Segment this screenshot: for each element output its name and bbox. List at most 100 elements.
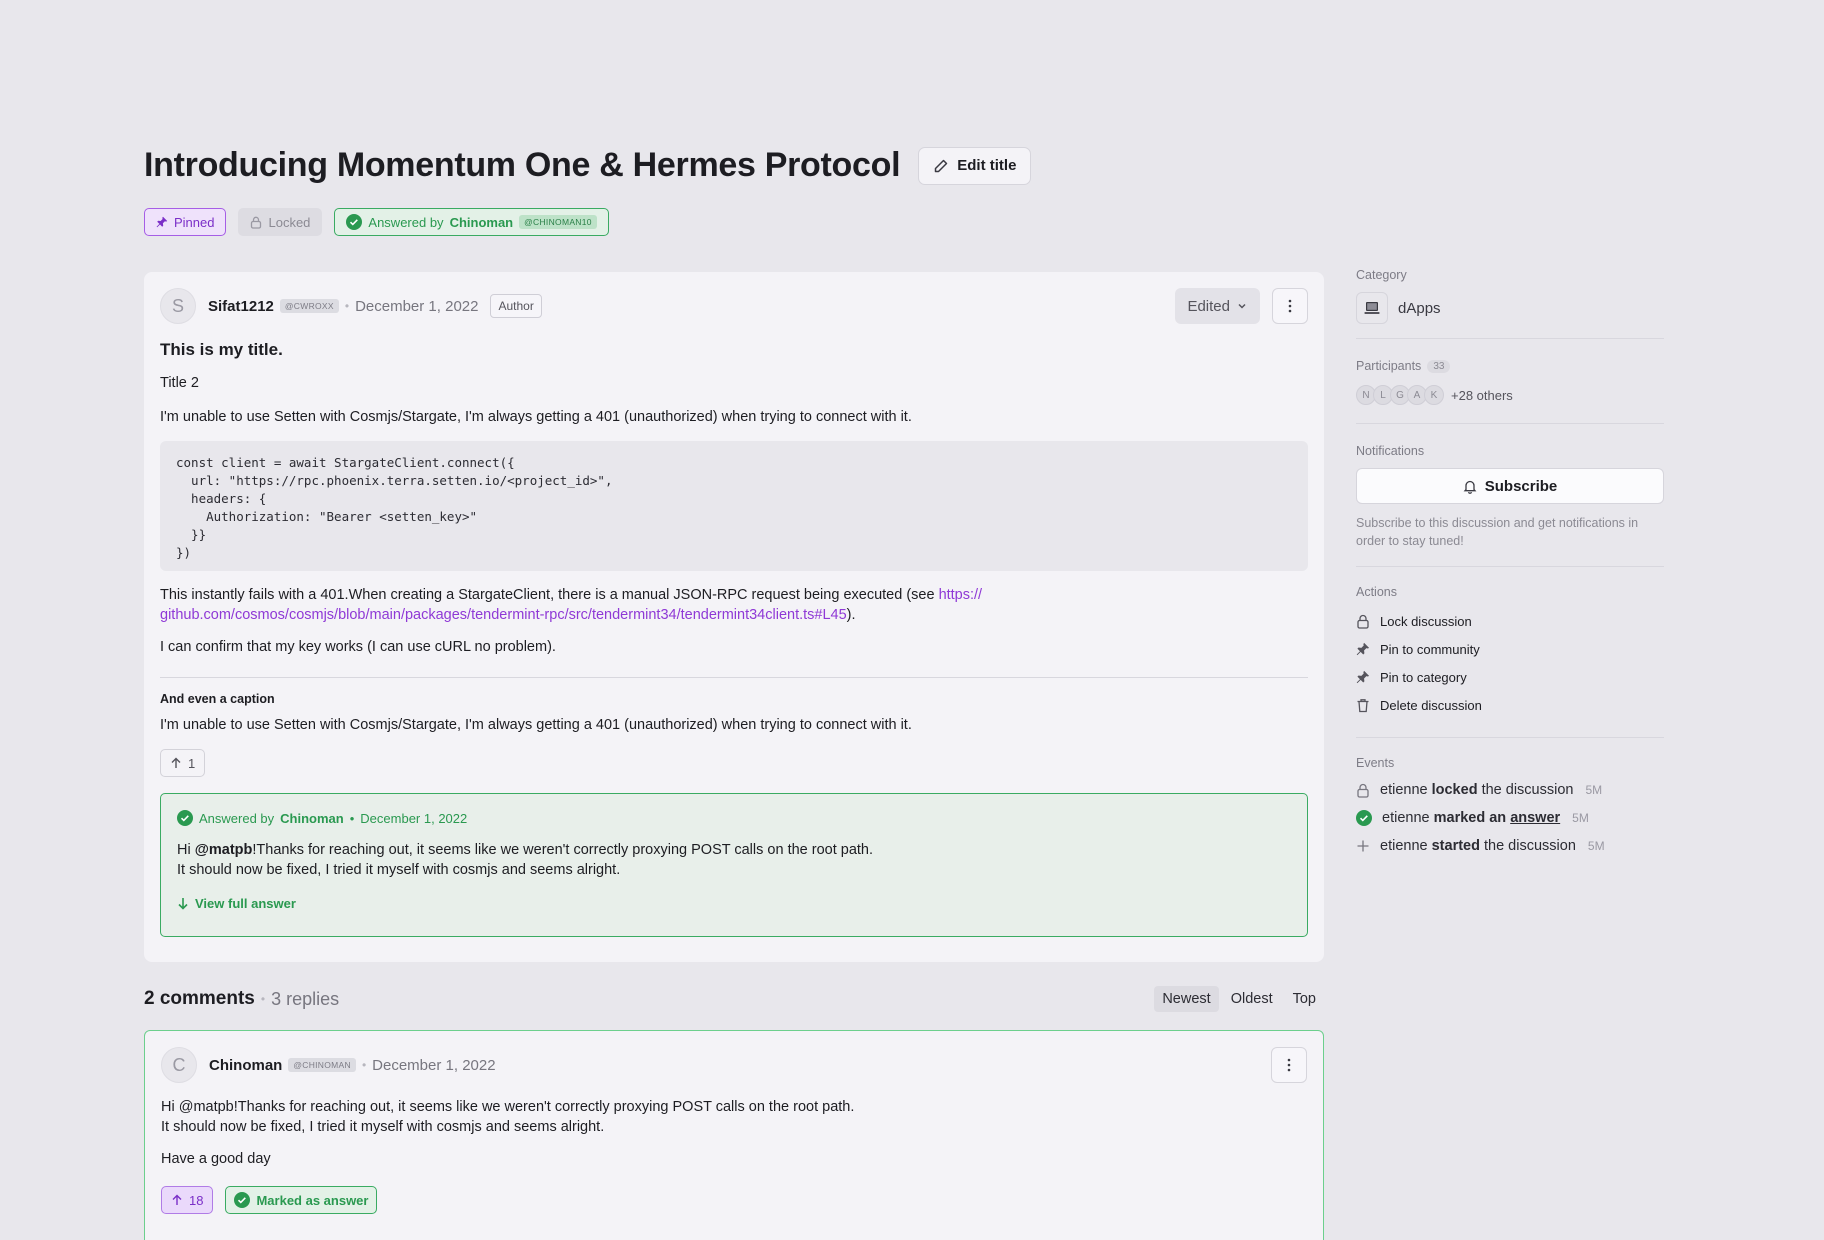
participant-avatar[interactable]: K (1424, 385, 1444, 405)
edit-title-label: Edit title (957, 157, 1017, 174)
title-row: Introducing Momentum One & Hermes Protoc… (144, 146, 1032, 185)
answered-by-name[interactable]: Chinoman (450, 215, 514, 230)
check-circle-icon (1356, 810, 1372, 826)
divider (1356, 338, 1664, 339)
edit-title-button[interactable]: Edit title (918, 146, 1032, 185)
github-link[interactable]: github.com/cosmos/cosmjs/blob/main/packa… (160, 607, 847, 623)
edited-dropdown[interactable]: Edited (1175, 288, 1260, 324)
event-time: 5M (1585, 783, 1603, 797)
view-full-label: View full answer (195, 896, 296, 911)
check-circle-icon (177, 810, 193, 826)
marked-as-answer-badge[interactable]: Marked as answer (225, 1186, 378, 1214)
sidebar: Category dApps Participants 33 N L G A K… (1356, 268, 1664, 860)
sort-tab-oldest[interactable]: Oldest (1223, 986, 1281, 1012)
author-name[interactable]: Sifat1212 (208, 298, 274, 315)
locked-label: Locked (268, 214, 311, 230)
answer-text: Hi @matpb!Thanks for reaching out, it se… (177, 840, 1291, 880)
answer-header: Answered by Chinoman • December 1, 2022 (177, 810, 1291, 826)
github-link-start[interactable]: https:// (939, 587, 983, 603)
delete-discussion-action[interactable]: Delete discussion (1356, 691, 1664, 719)
avatar[interactable]: S (160, 288, 196, 324)
event-user[interactable]: etienne (1380, 838, 1428, 854)
pin-icon (1356, 670, 1370, 684)
subscribe-label: Subscribe (1484, 477, 1558, 495)
pin-to-community-action[interactable]: Pin to community (1356, 635, 1664, 663)
actions-label: Actions (1356, 585, 1397, 599)
event-verb: marked an (1433, 810, 1507, 826)
comment-line2: It should now be fixed, I tried it mysel… (161, 1119, 605, 1135)
edited-label: Edited (1187, 297, 1230, 315)
event-answer-link[interactable]: answer (1510, 810, 1560, 826)
check-circle-icon (234, 1192, 251, 1208)
author-handle: @CWROXX (279, 299, 339, 313)
bell-icon (1463, 479, 1477, 494)
answered-handle: @CHINOMAN10 (519, 215, 597, 229)
sort-tab-newest[interactable]: Newest (1154, 986, 1219, 1012)
comment-author[interactable]: Chinoman (209, 1057, 282, 1074)
lock-discussion-action[interactable]: Lock discussion (1356, 607, 1664, 635)
answered-prefix: Answered by (368, 214, 444, 230)
trash-icon (1356, 698, 1370, 713)
comment-header: C Chinoman @CHINOMAN • December 1, 2022 (161, 1047, 1307, 1083)
user-mention[interactable]: @matpb (195, 842, 253, 858)
notifications-label: Notifications (1356, 444, 1425, 458)
event-user[interactable]: etienne (1380, 782, 1428, 798)
participants-others[interactable]: +28 others (1451, 388, 1513, 403)
lock-icon (1356, 783, 1370, 798)
paragraph-text-end: ). (846, 607, 856, 623)
answer-greeting: Hi (177, 842, 195, 858)
separator-dot: • (349, 810, 355, 826)
avatar[interactable]: C (161, 1047, 197, 1083)
answer-author[interactable]: Chinoman (280, 811, 344, 826)
caption-title: And even a caption (160, 692, 275, 706)
post-subheading: Title 2 (160, 375, 199, 391)
check-circle-icon (346, 214, 363, 230)
separator-dot: • (361, 1058, 367, 1072)
action-label: Pin to category (1380, 669, 1467, 685)
arrow-up-icon (171, 1194, 183, 1206)
event-user[interactable]: etienne (1382, 810, 1430, 826)
comment-line1: Hi @matpb!Thanks for reaching out, it se… (161, 1099, 855, 1115)
pin-icon (1356, 642, 1370, 656)
pin-to-category-action[interactable]: Pin to category (1356, 663, 1664, 691)
divider (1356, 423, 1664, 424)
event-item: etienne locked the discussion 5M (1356, 776, 1664, 804)
upvote-button[interactable]: 1 (160, 749, 206, 777)
comment-date: December 1, 2022 (372, 1056, 496, 1074)
vote-count: 1 (188, 755, 196, 771)
locked-badge: Locked (238, 208, 323, 236)
category-link[interactable]: dApps (1356, 292, 1664, 324)
more-vertical-icon (1287, 1058, 1291, 1072)
post-date: December 1, 2022 (355, 297, 479, 315)
author-tag: Author (490, 294, 542, 318)
event-item: etienne marked an answer 5M (1356, 804, 1664, 832)
action-label: Pin to community (1380, 641, 1480, 657)
replies-count: 3 replies (271, 988, 340, 1009)
event-time: 5M (1587, 839, 1605, 853)
view-full-answer-link[interactable]: View full answer (177, 896, 1291, 911)
chevron-down-icon (1236, 300, 1248, 312)
action-label: Lock discussion (1380, 613, 1472, 629)
subscribe-button[interactable]: Subscribe (1356, 468, 1664, 504)
action-label: Delete discussion (1380, 697, 1482, 713)
lock-icon (1356, 614, 1370, 629)
comment-actions: 18 Marked as answer (161, 1186, 378, 1214)
comment-header-actions (1271, 1047, 1307, 1083)
sort-tab-top[interactable]: Top (1285, 986, 1324, 1012)
event-verb: locked (1431, 782, 1478, 798)
pinned-badge: Pinned (144, 208, 227, 236)
category-label: Category (1356, 268, 1407, 282)
comments-header: 2 comments • 3 replies Newest Oldest Top (144, 986, 1324, 1012)
caption-text: I'm unable to use Setten with Cosmjs/Sta… (160, 717, 912, 733)
comment-upvote-button[interactable]: 18 (161, 1186, 214, 1214)
comment-card: C Chinoman @CHINOMAN • December 1, 2022 … (144, 1030, 1324, 1240)
answered-badge: Answered by Chinoman @CHINOMAN10 (334, 208, 609, 236)
paragraph-text: This instantly fails with a 401.When cre… (160, 587, 939, 603)
comments-count: 2 comments (144, 988, 255, 1009)
comment-more-button[interactable] (1271, 1047, 1307, 1083)
post-more-button[interactable] (1272, 288, 1308, 324)
post-paragraph: I can confirm that my key works (I can u… (160, 639, 556, 655)
participants-count: 33 (1427, 359, 1451, 373)
participants-label: Participants 33 (1356, 359, 1664, 373)
comment-line: Hi @matpb!Thanks for reaching out, it se… (161, 1097, 1307, 1137)
